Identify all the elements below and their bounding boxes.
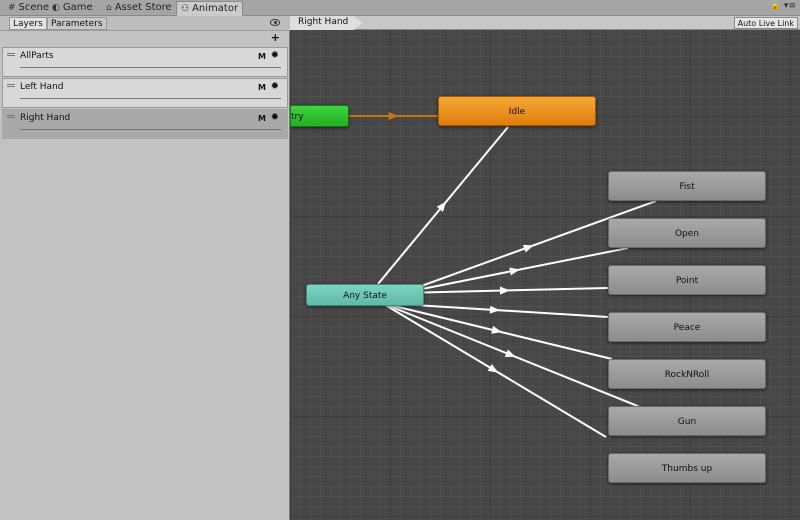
tab-game[interactable]: ◐ Game (48, 1, 97, 16)
drag-handle-icon[interactable] (7, 84, 15, 87)
window-menu-icon[interactable]: 🔒 ▾≡ (770, 1, 796, 11)
mask-indicator: M (258, 52, 266, 61)
drag-handle-icon[interactable] (7, 53, 15, 56)
panel-tab-bar: Layers Parameters (0, 16, 290, 31)
transition-any-to-peace-arrow-icon (489, 305, 500, 314)
state-node-peace[interactable]: Peace (608, 312, 766, 342)
tab-scene[interactable]: # Scene (4, 1, 53, 16)
animator-graph[interactable]: Right Hand Auto Live Link try Idle Any S… (290, 16, 800, 520)
asset-store-icon: ⌂ (106, 3, 112, 13)
state-node-rocknroll[interactable]: RockNRoll (608, 359, 766, 389)
mask-indicator: M (258, 114, 266, 123)
tab-animator[interactable]: ⚇ Animator (176, 1, 244, 16)
layer-name: Left Hand (20, 82, 64, 92)
transition-entry-to-idle-arrow-icon (388, 112, 399, 120)
idle-state-node[interactable]: Idle (438, 96, 596, 126)
state-node-open[interactable]: Open (608, 218, 766, 248)
transition-any-to-thumbs-up-arrow-icon (487, 364, 499, 373)
window-tab-bar: # Scene ◐ Game ⌂ Asset Store ⚇ Animator 🔒 ▾≡ (0, 0, 800, 16)
transition-any-to-gun-arrow-icon (504, 349, 516, 357)
layer-name: AllParts (20, 51, 54, 61)
breadcrumb-item[interactable]: Right Hand (290, 16, 363, 30)
layer-item-allparts[interactable]: AllParts M ✹ (2, 47, 288, 77)
scene-icon: # (8, 3, 16, 13)
add-layer-button[interactable]: + (271, 32, 280, 44)
state-node-thumbs-up[interactable]: Thumbs up (608, 453, 766, 483)
animator-icon: ⚇ (181, 4, 190, 14)
entry-state-node[interactable]: try (290, 105, 349, 127)
breadcrumb: Right Hand Auto Live Link (290, 16, 800, 30)
transition-any-to-point-arrow-icon (499, 286, 510, 295)
state-node-fist[interactable]: Fist (608, 171, 766, 201)
auto-live-link-button[interactable]: Auto Live Link (733, 17, 798, 29)
weight-bar (20, 98, 281, 99)
transition-any-to-fist-arrow-icon (522, 244, 534, 253)
tab-layers[interactable]: Layers (9, 17, 47, 30)
gear-icon[interactable]: ✹ (271, 81, 279, 92)
gear-icon[interactable]: ✹ (271, 112, 279, 123)
eye-icon[interactable] (270, 19, 280, 26)
layers-panel: Layers Parameters + AllParts M ✹ Left Ha… (0, 16, 290, 520)
tab-asset-store[interactable]: ⌂ Asset Store (102, 1, 176, 16)
layer-item-right-hand[interactable]: Right Hand M ✹ (2, 109, 288, 139)
state-node-point[interactable]: Point (608, 265, 766, 295)
layer-item-left-hand[interactable]: Left Hand M ✹ (2, 78, 288, 108)
any-state-node[interactable]: Any State (306, 284, 424, 306)
mask-indicator: M (258, 83, 266, 92)
layer-name: Right Hand (20, 113, 71, 123)
tab-parameters[interactable]: Parameters (47, 17, 107, 30)
weight-bar (20, 67, 281, 68)
drag-handle-icon[interactable] (7, 115, 15, 118)
gear-icon[interactable]: ✹ (271, 50, 279, 61)
state-node-gun[interactable]: Gun (608, 406, 766, 436)
weight-bar (20, 129, 281, 130)
game-icon: ◐ (52, 3, 60, 13)
